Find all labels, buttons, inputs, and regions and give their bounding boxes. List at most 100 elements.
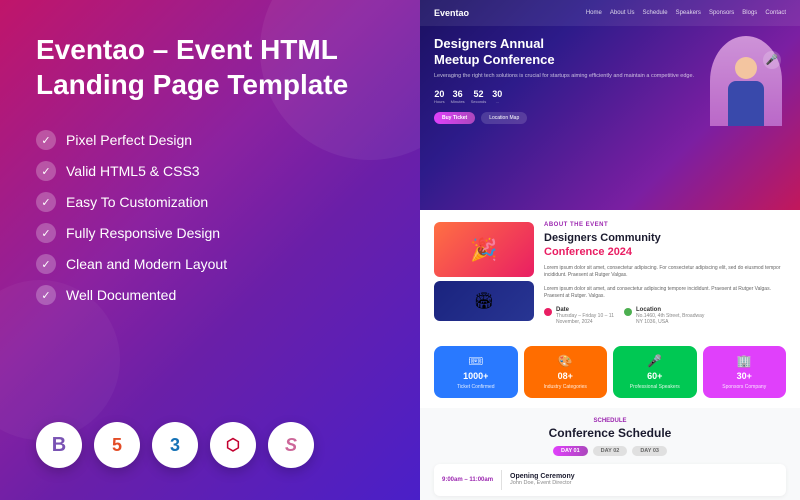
schedule-event-info: Opening Ceremony John Doe, Event Directo… [510, 473, 778, 486]
preview-hero-left: Designers Annual Meetup Conference Lever… [434, 36, 706, 126]
preview-logo: Eventao [434, 8, 469, 18]
tech-badge-bootstrap: B [36, 422, 82, 468]
stat-num-categories: 08+ [558, 371, 573, 381]
about-img-concert: 🎉 [434, 222, 534, 277]
feature-label: Valid HTML5 & CSS3 [66, 163, 200, 179]
sponsors-icon: 🏢 [737, 354, 752, 368]
countdown-num-seconds: 52 [471, 89, 487, 99]
venue-icon: 🏟 [474, 291, 494, 311]
stat-label-categories: Industry Categories [544, 384, 587, 390]
check-icon: ✓ [36, 285, 56, 305]
about-info-location: Location No.1460, 4th Street, BroadwayNY… [624, 307, 704, 326]
countdown-label-extra: ... [492, 99, 502, 104]
nav-link-about: About Us [610, 10, 635, 16]
feature-item: ✓ Well Documented [36, 285, 384, 305]
about-info-date: Date Thursday – Friday 10 – 11November, … [544, 307, 614, 326]
feature-item: ✓ Valid HTML5 & CSS3 [36, 161, 384, 181]
preview-btn-location: Location Map [481, 112, 527, 124]
countdown-label-hours: Hours [434, 99, 445, 104]
preview-schedule: Schedule Conference Schedule DAY 01 DAY … [420, 408, 800, 500]
category-icon: 🎨 [558, 354, 573, 368]
tech-icons-row: B53 ⬡ S [36, 422, 384, 468]
schedule-title: Conference Schedule [434, 426, 786, 440]
check-icon: ✓ [36, 130, 56, 150]
tech-badge-css3: 3 [152, 422, 198, 468]
nav-link-speakers: Speakers [676, 10, 701, 16]
nav-link-home: Home [586, 10, 602, 16]
feature-item: ✓ Clean and Modern Layout [36, 254, 384, 274]
schedule-event-name: Opening Ceremony [510, 473, 778, 480]
stat-label-tickets: Ticket Confirmed [457, 384, 495, 390]
check-icon: ✓ [36, 161, 56, 181]
schedule-row: 9:00am – 11:00am Opening Ceremony John D… [434, 464, 786, 496]
feature-item: ✓ Pixel Perfect Design [36, 130, 384, 150]
location-info: Location No.1460, 4th Street, BroadwayNY… [636, 307, 704, 326]
feature-item: ✓ Fully Responsive Design [36, 223, 384, 243]
feature-item: ✓ Easy To Customization [36, 192, 384, 212]
check-icon: ✓ [36, 254, 56, 274]
about-title: Designers CommunityConference 2024 [544, 231, 786, 260]
stat-label-sponsors: Sponsors Company [722, 384, 766, 390]
tech-badge-html5: 5 [94, 422, 140, 468]
tech-badge-angular: ⬡ [210, 422, 256, 468]
preview-container: Eventao Home About Us Schedule Speakers … [420, 0, 800, 500]
preview-countdown: 20 Hours 36 Minutes 52 Seconds 30 [434, 89, 706, 104]
countdown-num-hours: 20 [434, 89, 445, 99]
feature-label: Clean and Modern Layout [66, 256, 227, 272]
day-btn-1[interactable]: DAY 01 [553, 446, 588, 456]
stat-sponsors: 🏢 30+ Sponsors Company [703, 346, 787, 398]
stat-tickets: 🎟 1000+ Ticket Confirmed [434, 346, 518, 398]
stat-speakers: 🎤 60+ Professional Speakers [613, 346, 697, 398]
mic-decoration: 🎤 [763, 51, 781, 69]
countdown-label-minutes: Minutes [451, 99, 465, 104]
countdown-seconds: 52 Seconds [471, 89, 487, 104]
check-icon: ✓ [36, 223, 56, 243]
preview-hero: Eventao Home About Us Schedule Speakers … [420, 0, 800, 210]
check-icon: ✓ [36, 192, 56, 212]
countdown-hours: 20 Hours [434, 89, 445, 104]
date-desc: Thursday – Friday 10 – 11November, 2024 [556, 313, 614, 326]
preview-nav: Eventao Home About Us Schedule Speakers … [420, 0, 800, 26]
stat-categories: 🎨 08+ Industry Categories [524, 346, 608, 398]
schedule-days: DAY 01 DAY 02 DAY 03 [434, 446, 786, 456]
date-dot [544, 308, 552, 316]
location-dot [624, 308, 632, 316]
about-text-2: Lorem ipsum dolor sit amet, and consecte… [544, 286, 786, 301]
about-title-year: Conference 2024 [544, 246, 632, 258]
day-btn-2[interactable]: DAY 02 [593, 446, 628, 456]
location-desc: No.1460, 4th Street, BroadwayNY 1036, US… [636, 313, 704, 326]
speaker-body [728, 81, 764, 126]
nav-link-sponsors: Sponsors [709, 10, 734, 16]
concert-icon: 🎉 [470, 237, 497, 263]
stat-label-speakers: Professional Speakers [630, 384, 680, 390]
schedule-time: 9:00am – 11:00am [442, 477, 493, 483]
preview-hero-right: 🎤 [706, 36, 786, 126]
countdown-extra: 30 ... [492, 89, 502, 104]
preview-btns: Buy Ticket Location Map [434, 112, 706, 124]
tech-badge-sass: S [268, 422, 314, 468]
feature-label: Fully Responsive Design [66, 225, 220, 241]
nav-link-blogs: Blogs [742, 10, 757, 16]
preview-hero-content: Designers Annual Meetup Conference Lever… [420, 26, 800, 136]
preview-hero-desc: Leveraging the right tech solutions is c… [434, 73, 706, 81]
preview-nav-links: Home About Us Schedule Speakers Sponsors… [586, 10, 786, 16]
features-list: ✓ Pixel Perfect Design ✓ Valid HTML5 & C… [36, 130, 384, 305]
nav-link-schedule: Schedule [643, 10, 668, 16]
speakers-icon: 🎤 [647, 354, 662, 368]
stat-num-speakers: 60+ [647, 371, 662, 381]
about-images: 🎉 🏟 [434, 222, 534, 334]
nav-link-contact: Contact [765, 10, 786, 16]
right-panel: Eventao Home About Us Schedule Speakers … [420, 0, 800, 500]
schedule-label: Schedule [434, 418, 786, 424]
day-btn-3[interactable]: DAY 03 [632, 446, 667, 456]
preview-about: 🎉 🏟 About The Event Designers CommunityC… [420, 210, 800, 346]
stat-num-sponsors: 30+ [737, 371, 752, 381]
ticket-icon: 🎟 [468, 354, 483, 368]
stats-row: 🎟 1000+ Ticket Confirmed 🎨 08+ Industry … [420, 346, 800, 408]
about-text-1: Lorem ipsum dolor sit amet, consectetur … [544, 265, 786, 280]
feature-label: Pixel Perfect Design [66, 132, 192, 148]
feature-label: Well Documented [66, 287, 176, 303]
about-img-venue: 🏟 [434, 281, 534, 321]
date-info: Date Thursday – Friday 10 – 11November, … [556, 307, 614, 326]
schedule-speaker: John Doe, Event Director [510, 480, 778, 486]
